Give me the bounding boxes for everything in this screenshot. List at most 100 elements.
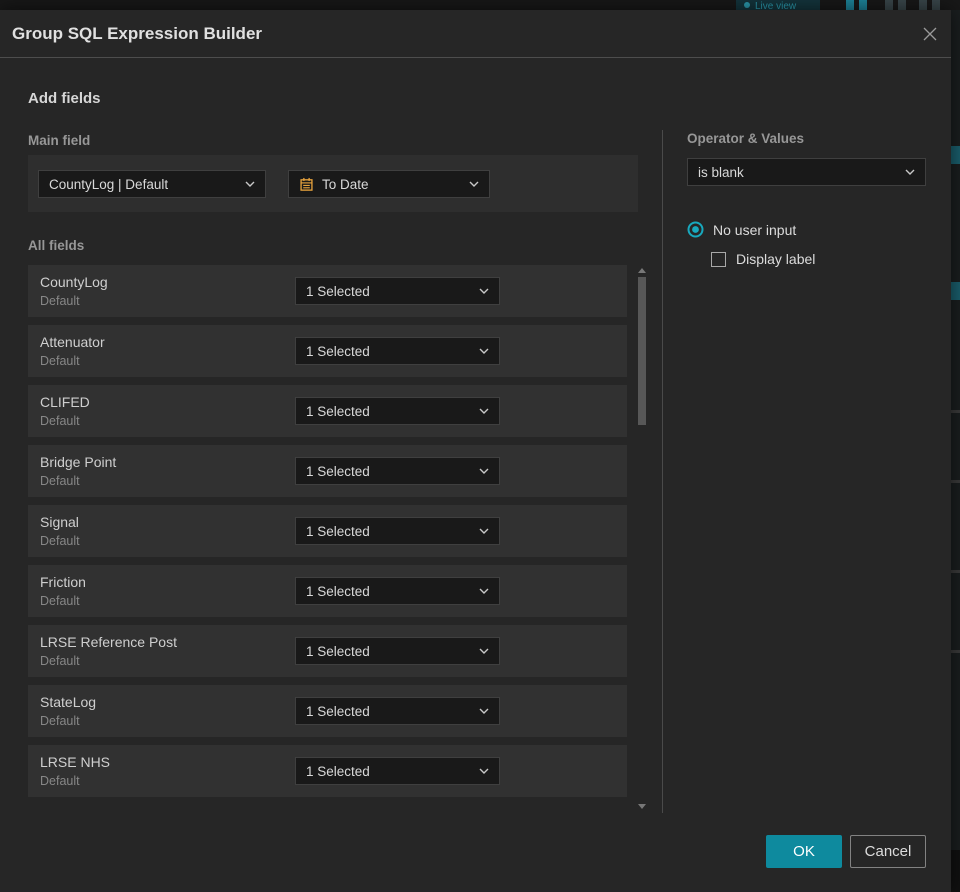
field-name: LRSE Reference Post (40, 634, 177, 650)
scrollbar-down-arrow-icon[interactable] (638, 804, 646, 809)
chevron-down-icon (479, 408, 489, 414)
field-row: CountyLog Default 1 Selected (28, 265, 627, 317)
all-fields-list: CountyLog Default 1 Selected Attenuator … (28, 265, 627, 805)
background-fragment (951, 650, 960, 653)
main-field-dropdown[interactable]: CountyLog | Default (38, 170, 266, 198)
display-label-text: Display label (736, 251, 816, 267)
no-user-input-radio[interactable]: No user input (687, 221, 796, 238)
field-row: Attenuator Default 1 Selected (28, 325, 627, 377)
chevron-down-icon (479, 348, 489, 354)
add-fields-heading: Add fields (28, 90, 101, 107)
scrollbar-thumb[interactable] (638, 277, 646, 425)
field-selection-value: 1 Selected (306, 643, 370, 659)
field-selection-dropdown[interactable]: 1 Selected (295, 517, 500, 545)
field-name: Signal (40, 514, 79, 530)
background-fragment (951, 850, 960, 892)
cancel-button[interactable]: Cancel (850, 835, 926, 868)
field-selection-dropdown[interactable]: 1 Selected (295, 337, 500, 365)
chevron-down-icon (479, 648, 489, 654)
chevron-down-icon (479, 768, 489, 774)
field-row: StateLog Default 1 Selected (28, 685, 627, 737)
field-selection-dropdown[interactable]: 1 Selected (295, 577, 500, 605)
operator-dropdown[interactable]: is blank (687, 158, 926, 186)
field-selection-dropdown[interactable]: 1 Selected (295, 397, 500, 425)
display-label-checkbox-row[interactable]: Display label (711, 251, 815, 267)
chevron-down-icon (479, 468, 489, 474)
background-app-sliver (951, 10, 960, 892)
field-name: LRSE NHS (40, 754, 111, 770)
chevron-down-icon (479, 588, 489, 594)
field-name: Friction (40, 574, 86, 590)
field-name: Attenuator (40, 334, 105, 350)
background-bar (932, 0, 940, 10)
field-row: LRSE Reference Post Default 1 Selected (28, 625, 627, 677)
field-name: CountyLog (40, 274, 108, 290)
operator-values-label: Operator & Values (687, 131, 805, 146)
live-view-badge: Live view (736, 0, 820, 10)
main-field-label: Main field (28, 133, 91, 148)
field-selection-value: 1 Selected (306, 463, 370, 479)
background-app-strip: Live view (0, 0, 960, 10)
background-fragment (951, 146, 960, 164)
background-bar (846, 0, 854, 10)
background-fragment (951, 410, 960, 413)
dialog-titlebar: Group SQL Expression Builder (0, 10, 951, 58)
field-subtitle: Default (40, 654, 80, 668)
main-field-type-value: To Date (322, 176, 369, 192)
ok-button[interactable]: OK (766, 835, 842, 868)
scrollbar-up-arrow-icon[interactable] (638, 268, 646, 273)
chevron-down-icon (245, 181, 255, 187)
field-name: Bridge Point (40, 454, 117, 470)
field-selection-dropdown[interactable]: 1 Selected (295, 757, 500, 785)
field-subtitle: Default (40, 774, 80, 788)
field-subtitle: Default (40, 474, 80, 488)
field-subtitle: Default (40, 414, 80, 428)
main-field-container: CountyLog | Default To Date (28, 155, 638, 212)
live-view-dot-icon (744, 2, 750, 8)
all-fields-label: All fields (28, 238, 85, 253)
group-sql-expression-builder-dialog: Group SQL Expression Builder Add fields … (0, 10, 951, 892)
background-bar (885, 0, 893, 10)
field-subtitle: Default (40, 594, 80, 608)
field-subtitle: Default (40, 714, 80, 728)
chevron-down-icon (469, 181, 479, 187)
close-button[interactable] (914, 18, 946, 50)
chevron-down-icon (479, 708, 489, 714)
field-selection-value: 1 Selected (306, 403, 370, 419)
checkbox-unchecked-icon[interactable] (711, 251, 726, 267)
list-scrollbar[interactable] (637, 266, 647, 813)
chevron-down-icon (479, 528, 489, 534)
field-row: Friction Default 1 Selected (28, 565, 627, 617)
field-selection-dropdown[interactable]: 1 Selected (295, 637, 500, 665)
background-bar (919, 0, 927, 10)
field-name: StateLog (40, 694, 97, 710)
dialog-title: Group SQL Expression Builder (12, 24, 263, 43)
field-selection-value: 1 Selected (306, 703, 370, 719)
field-selection-value: 1 Selected (306, 583, 370, 599)
field-row: Signal Default 1 Selected (28, 505, 627, 557)
field-row: Bridge Point Default 1 Selected (28, 445, 627, 497)
main-field-type-dropdown[interactable]: To Date (288, 170, 490, 198)
main-field-dropdown-value: CountyLog | Default (49, 176, 169, 192)
field-selection-dropdown[interactable]: 1 Selected (295, 277, 500, 305)
field-row: LRSE NHS Default 1 Selected (28, 745, 627, 797)
field-subtitle: Default (40, 534, 80, 548)
radio-selected-icon (687, 221, 704, 238)
background-fragment (951, 480, 960, 483)
live-view-label: Live view (755, 1, 797, 11)
background-bar (859, 0, 867, 10)
chevron-down-icon (905, 169, 915, 175)
calendar-date-icon (299, 177, 314, 192)
close-icon (923, 27, 937, 41)
field-selection-dropdown[interactable]: 1 Selected (295, 697, 500, 725)
background-bar (898, 0, 906, 10)
background-fragment (951, 282, 960, 300)
field-name: CLIFED (40, 394, 90, 410)
field-row: CLIFED Default 1 Selected (28, 385, 627, 437)
panel-divider (662, 130, 663, 813)
field-subtitle: Default (40, 294, 80, 308)
field-selection-value: 1 Selected (306, 523, 370, 539)
field-selection-value: 1 Selected (306, 763, 370, 779)
field-selection-value: 1 Selected (306, 283, 370, 299)
field-selection-dropdown[interactable]: 1 Selected (295, 457, 500, 485)
